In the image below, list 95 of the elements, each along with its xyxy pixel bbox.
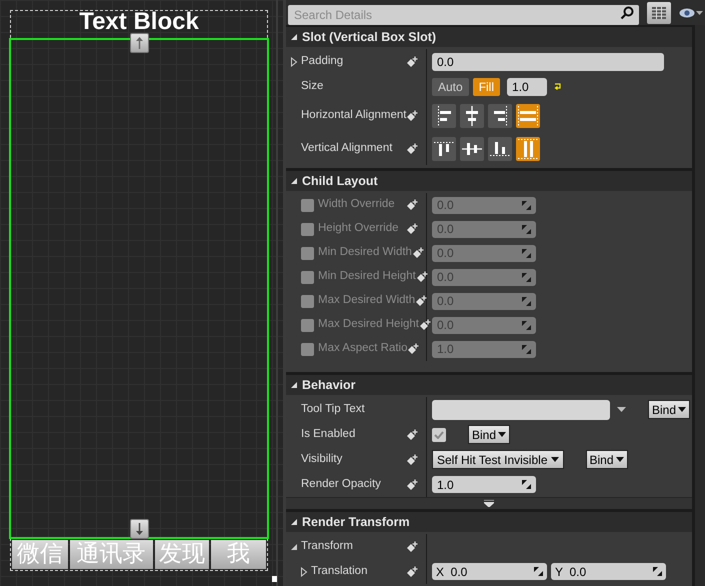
vector-component-field[interactable]: Y 0.0 (551, 563, 666, 580)
expanded-arrow-icon[interactable] (290, 542, 298, 550)
diamond-plus-icon[interactable] (406, 428, 418, 440)
diamond-plus-icon[interactable] (406, 142, 418, 154)
property-label: Is Enabled (301, 426, 356, 442)
visibility-dropdown[interactable]: Self Hit Test Invisible (432, 450, 564, 469)
property-label: Horizontal Alignment (301, 108, 406, 123)
expanded-arrow-icon[interactable] (290, 33, 298, 41)
resize-handle[interactable] (272, 576, 277, 582)
check-icon (434, 430, 444, 438)
alignment-icon (518, 138, 538, 158)
list-icon (652, 6, 666, 18)
expanded-arrow-icon[interactable] (290, 177, 298, 185)
property-label: Max Aspect Ratio (318, 341, 408, 356)
alignment-button[interactable] (460, 104, 484, 128)
alignment-icon (462, 142, 482, 154)
bind-button[interactable]: Bind (648, 400, 690, 419)
visibility-filter-button[interactable] (679, 8, 703, 18)
alignment-icon (434, 142, 454, 156)
property-label: Max Desired Height (318, 317, 419, 332)
caret-icon (616, 457, 624, 462)
caret-icon (678, 407, 686, 412)
drag-arrows-icon (522, 272, 531, 282)
arrow-up-icon (135, 36, 144, 50)
drag-arrows-icon (522, 344, 531, 354)
number-field[interactable]: 1.0 (432, 476, 536, 493)
diamond-plus-icon[interactable] (406, 540, 418, 552)
collapsed-arrow-icon[interactable] (300, 566, 308, 576)
property-label: Render Opacity (301, 476, 382, 492)
tooltip-text-field[interactable] (432, 400, 610, 420)
alignment-button[interactable] (516, 104, 540, 128)
alignment-button[interactable] (432, 136, 456, 160)
view-options-button[interactable] (647, 2, 671, 24)
bind-button[interactable]: Bind (586, 450, 628, 469)
diamond-plus-icon[interactable] (406, 454, 418, 466)
caret-icon (696, 10, 703, 14)
drag-arrows-icon (522, 480, 531, 489)
section-header[interactable]: Render Transform (286, 512, 692, 532)
alignment-icon (494, 106, 506, 126)
alignment-button[interactable] (516, 136, 540, 160)
arrow-down-icon (135, 522, 144, 536)
drag-arrows-icon (522, 248, 531, 258)
drag-arrows-icon (522, 200, 531, 210)
property-label: Min Desired Width (318, 245, 412, 260)
search-field[interactable]: Search Details (288, 4, 639, 24)
alignment-button[interactable] (488, 136, 512, 160)
diamond-plus-icon[interactable] (406, 110, 418, 122)
property-label: Transform (301, 538, 354, 554)
caret-icon (498, 432, 506, 437)
diamond-plus-icon[interactable] (406, 56, 418, 68)
drag-arrows-icon (522, 320, 531, 330)
property-label: Width Override (318, 197, 396, 212)
alignment-button[interactable] (488, 104, 512, 128)
move-up-button[interactable] (130, 33, 149, 53)
drag-arrows-icon (653, 567, 662, 576)
size-value-field[interactable]: 1.0 (507, 78, 548, 96)
property-label: Translation (311, 564, 368, 579)
section-header[interactable]: Slot (Vertical Box Slot) (286, 27, 692, 47)
property-label: Height Override (318, 221, 400, 236)
vector-component-field[interactable]: X 0.0 (432, 563, 547, 580)
expanded-arrow-icon[interactable] (290, 381, 298, 389)
property-label: Visibility (301, 452, 344, 467)
alignment-icon (518, 106, 538, 126)
property-label: Max Desired Width (318, 293, 416, 308)
padding-field[interactable]: 0.0 (432, 52, 664, 70)
drag-arrows-icon (522, 224, 531, 234)
drag-arrows-icon (534, 567, 543, 576)
search-icon (620, 6, 634, 20)
diamond-plus-icon[interactable] (406, 566, 418, 578)
size-option-button[interactable]: Auto (432, 78, 469, 96)
reset-icon[interactable] (554, 83, 562, 90)
alignment-button[interactable] (460, 136, 484, 160)
section-header[interactable]: Child Layout (286, 171, 692, 191)
alignment-button[interactable] (432, 104, 456, 128)
checkbox[interactable] (432, 428, 446, 442)
dropdown-arrow-icon[interactable] (617, 407, 626, 412)
move-down-button[interactable] (130, 519, 149, 539)
expanded-arrow-icon[interactable] (290, 518, 298, 526)
alignment-icon (438, 106, 450, 126)
property-label: Padding (301, 54, 344, 69)
text-block-label: Text Block (79, 11, 199, 32)
alignment-icon (490, 142, 510, 156)
property-label: Vertical Alignment (301, 140, 394, 156)
property-label: Tool Tip Text (301, 402, 366, 417)
bind-button[interactable]: Bind (468, 425, 510, 444)
drag-arrows-icon (522, 296, 531, 306)
alignment-icon (466, 106, 478, 126)
eye-icon (679, 8, 695, 18)
expand-more-icon (484, 500, 494, 507)
collapsed-arrow-icon[interactable] (290, 56, 298, 66)
caret-icon (550, 457, 558, 462)
diamond-plus-icon[interactable] (406, 478, 418, 490)
property-label: Size (301, 78, 324, 94)
property-label: Min Desired Height (318, 269, 416, 284)
section-header[interactable]: Behavior (286, 375, 692, 395)
